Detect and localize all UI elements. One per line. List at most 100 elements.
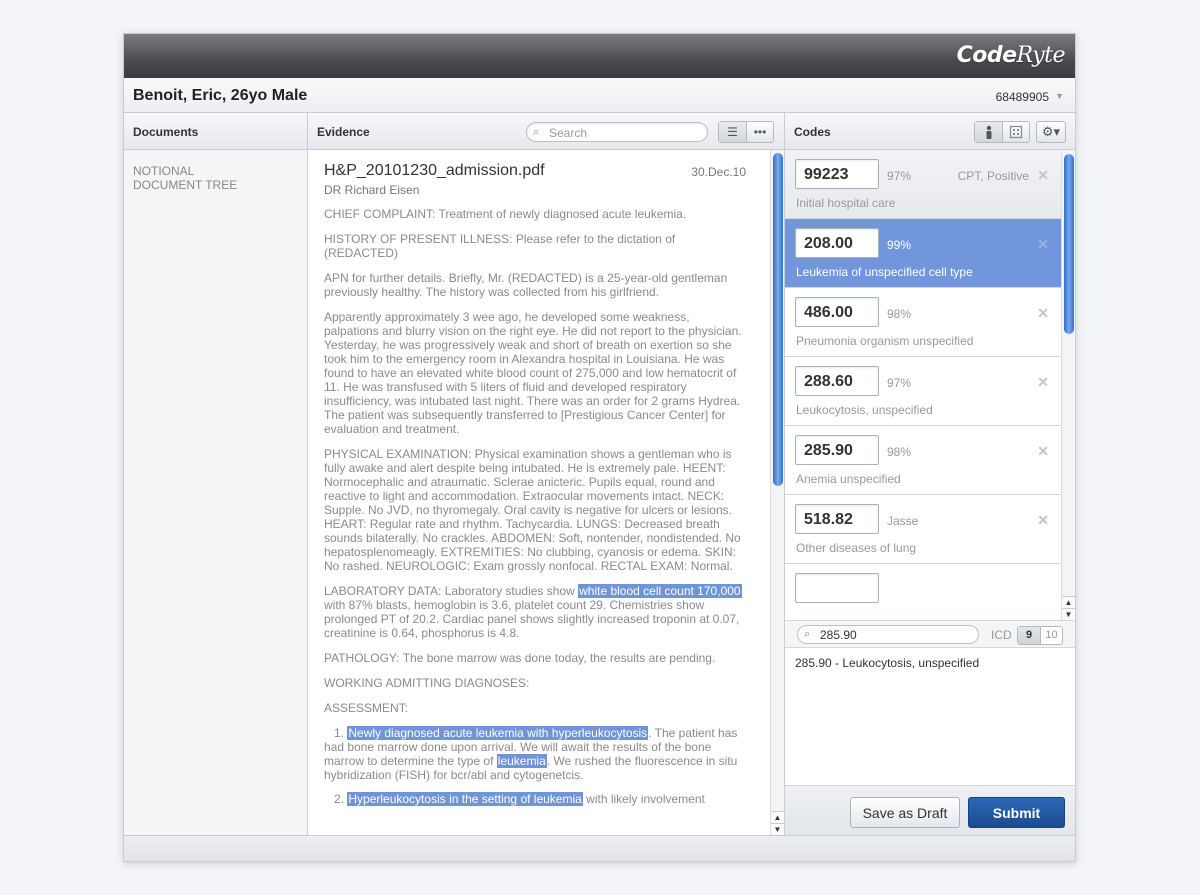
list-item: 1. Newly diagnosed acute leukemia with h… bbox=[324, 726, 738, 782]
code-lookup-value: 285.90 bbox=[820, 628, 857, 642]
evidence-title: Evidence bbox=[317, 125, 370, 139]
scroll-down-arrow-icon[interactable]: ▼ bbox=[771, 823, 784, 835]
new-code-input[interactable] bbox=[795, 573, 879, 603]
code-description: Leukocytosis, unspecified bbox=[796, 403, 933, 417]
scroll-down-arrow-icon[interactable]: ▼ bbox=[1062, 608, 1075, 620]
paragraph: WORKING ADMITTING DIAGNOSES: bbox=[324, 676, 530, 690]
list-view-icon[interactable]: ☰ bbox=[719, 122, 746, 142]
code-confidence: 97% bbox=[887, 169, 912, 183]
evidence-header: Evidence ⌕ Search ☰ ••• bbox=[308, 113, 785, 150]
more-icon[interactable]: ••• bbox=[746, 122, 773, 142]
code-confidence: 99% bbox=[887, 238, 912, 252]
top-bar: CodeRyte bbox=[124, 34, 1075, 78]
paragraph: LABORATORY DATA: Laboratory studies show… bbox=[324, 584, 742, 640]
view-toggle: ☰ ••• bbox=[718, 121, 774, 143]
close-icon[interactable]: ✕ bbox=[1037, 443, 1049, 460]
paragraph: HISTORY OF PRESENT ILLNESS: Please refer… bbox=[324, 232, 676, 260]
code-row[interactable]: 99223 97% CPT, Positive ✕ Initial hospit… bbox=[785, 150, 1061, 219]
code-lookup-input[interactable]: ⌕ 285.90 bbox=[797, 625, 979, 644]
paragraph: PATHOLOGY: The bone marrow was done toda… bbox=[324, 651, 716, 665]
person-icon[interactable] bbox=[975, 122, 1002, 142]
code-input[interactable]: 288.60 bbox=[795, 366, 879, 396]
code-row[interactable]: 518.82 Jasse ✕ Other diseases of lung bbox=[785, 495, 1061, 564]
search-placeholder: Search bbox=[549, 126, 588, 140]
code-description: Initial hospital care bbox=[796, 196, 896, 210]
code-confidence: 98% bbox=[887, 307, 912, 321]
code-description: Other diseases of lung bbox=[796, 541, 917, 555]
footer-bar bbox=[124, 835, 1075, 861]
search-icon: ⌕ bbox=[533, 126, 540, 138]
code-input[interactable]: 208.00 bbox=[795, 228, 879, 258]
code-input[interactable]: 518.82 bbox=[795, 504, 879, 534]
codes-header: Codes ⚙▾ bbox=[785, 113, 1075, 150]
evidence-search-input[interactable]: ⌕ Search bbox=[526, 122, 708, 142]
code-tag: CPT, Positive bbox=[957, 169, 1029, 183]
code-row[interactable]: 288.60 97% ✕ Leukocytosis, unspecified bbox=[785, 357, 1061, 426]
code-row-empty[interactable] bbox=[785, 564, 1061, 620]
search-icon: ⌕ bbox=[804, 628, 811, 640]
app-window: CodeRyte Benoit, Eric, 26yo Male 6848990… bbox=[123, 33, 1076, 862]
paragraph: PHYSICAL EXAMINATION: Physical examinati… bbox=[324, 447, 741, 573]
document-date: 30.Dec.10 bbox=[691, 165, 746, 179]
code-confidence: Jasse bbox=[887, 514, 919, 528]
scrollbar-thumb[interactable] bbox=[1064, 154, 1074, 334]
icd-label: ICD bbox=[991, 628, 1012, 642]
code-row[interactable]: 486.00 98% ✕ Pneumonia organism unspecif… bbox=[785, 288, 1061, 357]
scrollbar-thumb[interactable] bbox=[773, 153, 783, 486]
submit-button[interactable]: Submit bbox=[968, 797, 1065, 828]
evidence-highlight[interactable]: white blood cell count 170,000 bbox=[578, 584, 742, 598]
code-description: Pneumonia organism unspecified bbox=[796, 334, 974, 348]
close-icon[interactable]: ✕ bbox=[1037, 167, 1049, 184]
paragraph: ASSESSMENT: bbox=[324, 701, 409, 715]
code-type-toggle bbox=[974, 121, 1030, 143]
code-lookup-bar: ⌕ 285.90 ICD 9 10 bbox=[785, 620, 1075, 648]
documents-header: Documents bbox=[124, 113, 308, 150]
code-confidence: 98% bbox=[887, 445, 912, 459]
code-input[interactable]: 486.00 bbox=[795, 297, 879, 327]
codes-title: Codes bbox=[794, 125, 831, 139]
evidence-scrollbar[interactable]: ▲ ▼ bbox=[770, 150, 784, 835]
code-confidence: 97% bbox=[887, 376, 912, 390]
close-icon[interactable]: ✕ bbox=[1037, 236, 1049, 253]
icd-10-option[interactable]: 10 bbox=[1040, 627, 1062, 644]
evidence-highlight[interactable]: Hyperleukocytosis in the setting of leuk… bbox=[347, 792, 583, 806]
patient-name: Benoit, Eric, 26yo Male bbox=[133, 87, 308, 104]
lookup-result-item[interactable]: 285.90 - Leukocytosis, unspecified bbox=[795, 656, 979, 670]
code-row[interactable]: 285.90 98% ✕ Anemia unspecified bbox=[785, 426, 1061, 495]
gear-icon[interactable]: ⚙▾ bbox=[1036, 121, 1066, 143]
icd-version-toggle: 9 10 bbox=[1017, 626, 1063, 645]
close-icon[interactable]: ✕ bbox=[1037, 374, 1049, 391]
document-title[interactable]: H&P_20101230_admission.pdf bbox=[324, 162, 545, 180]
evidence-highlight[interactable]: leukemia bbox=[496, 754, 547, 768]
save-draft-button[interactable]: Save as Draft bbox=[850, 797, 960, 828]
document-tree-placeholder: NOTIONAL DOCUMENT TREE bbox=[133, 164, 238, 192]
patient-id[interactable]: 68489905 bbox=[996, 90, 1049, 104]
paragraph: Apparently approximately 3 wee ago, he d… bbox=[324, 310, 742, 436]
close-icon[interactable]: ✕ bbox=[1037, 512, 1049, 529]
close-icon[interactable]: ✕ bbox=[1037, 305, 1049, 322]
code-description: Leukemia of unspecified cell type bbox=[796, 265, 973, 279]
codes-pane: 99223 97% CPT, Positive ✕ Initial hospit… bbox=[785, 150, 1061, 620]
patient-bar: Benoit, Eric, 26yo Male 68489905 ▼ bbox=[124, 78, 1075, 113]
code-input[interactable]: 99223 bbox=[795, 159, 879, 189]
building-icon[interactable] bbox=[1002, 122, 1029, 142]
scroll-up-arrow-icon[interactable]: ▲ bbox=[1062, 596, 1075, 608]
action-bar: Save as Draft Submit bbox=[785, 785, 1075, 835]
assessment-list: 1. Newly diagnosed acute leukemia with h… bbox=[324, 726, 746, 806]
paragraph: APN for further details. Briefly, Mr. (R… bbox=[324, 271, 728, 299]
scroll-up-arrow-icon[interactable]: ▲ bbox=[771, 811, 784, 823]
documents-title: Documents bbox=[133, 125, 199, 139]
code-description: Anemia unspecified bbox=[796, 472, 901, 486]
coderyte-logo: CodeRyte bbox=[956, 43, 1066, 68]
code-row-selected[interactable]: 208.00 99% ✕ Leukemia of unspecified cel… bbox=[785, 219, 1061, 288]
code-lookup-results: 285.90 - Leukocytosis, unspecified bbox=[785, 648, 1075, 785]
evidence-highlight[interactable]: Newly diagnosed acute leukemia with hype… bbox=[347, 726, 649, 740]
chevron-down-icon[interactable]: ▼ bbox=[1055, 91, 1064, 101]
document-body: CHIEF COMPLAINT: Treatment of newly diag… bbox=[324, 207, 746, 816]
code-input[interactable]: 285.90 bbox=[795, 435, 879, 465]
document-author: DR Richard Eisen bbox=[324, 183, 420, 197]
paragraph: CHIEF COMPLAINT: Treatment of newly diag… bbox=[324, 207, 687, 221]
codes-scrollbar[interactable]: ▲ ▼ bbox=[1061, 150, 1075, 620]
evidence-pane: H&P_20101230_admission.pdf 30.Dec.10 DR … bbox=[308, 150, 785, 835]
icd-9-option[interactable]: 9 bbox=[1018, 627, 1040, 644]
